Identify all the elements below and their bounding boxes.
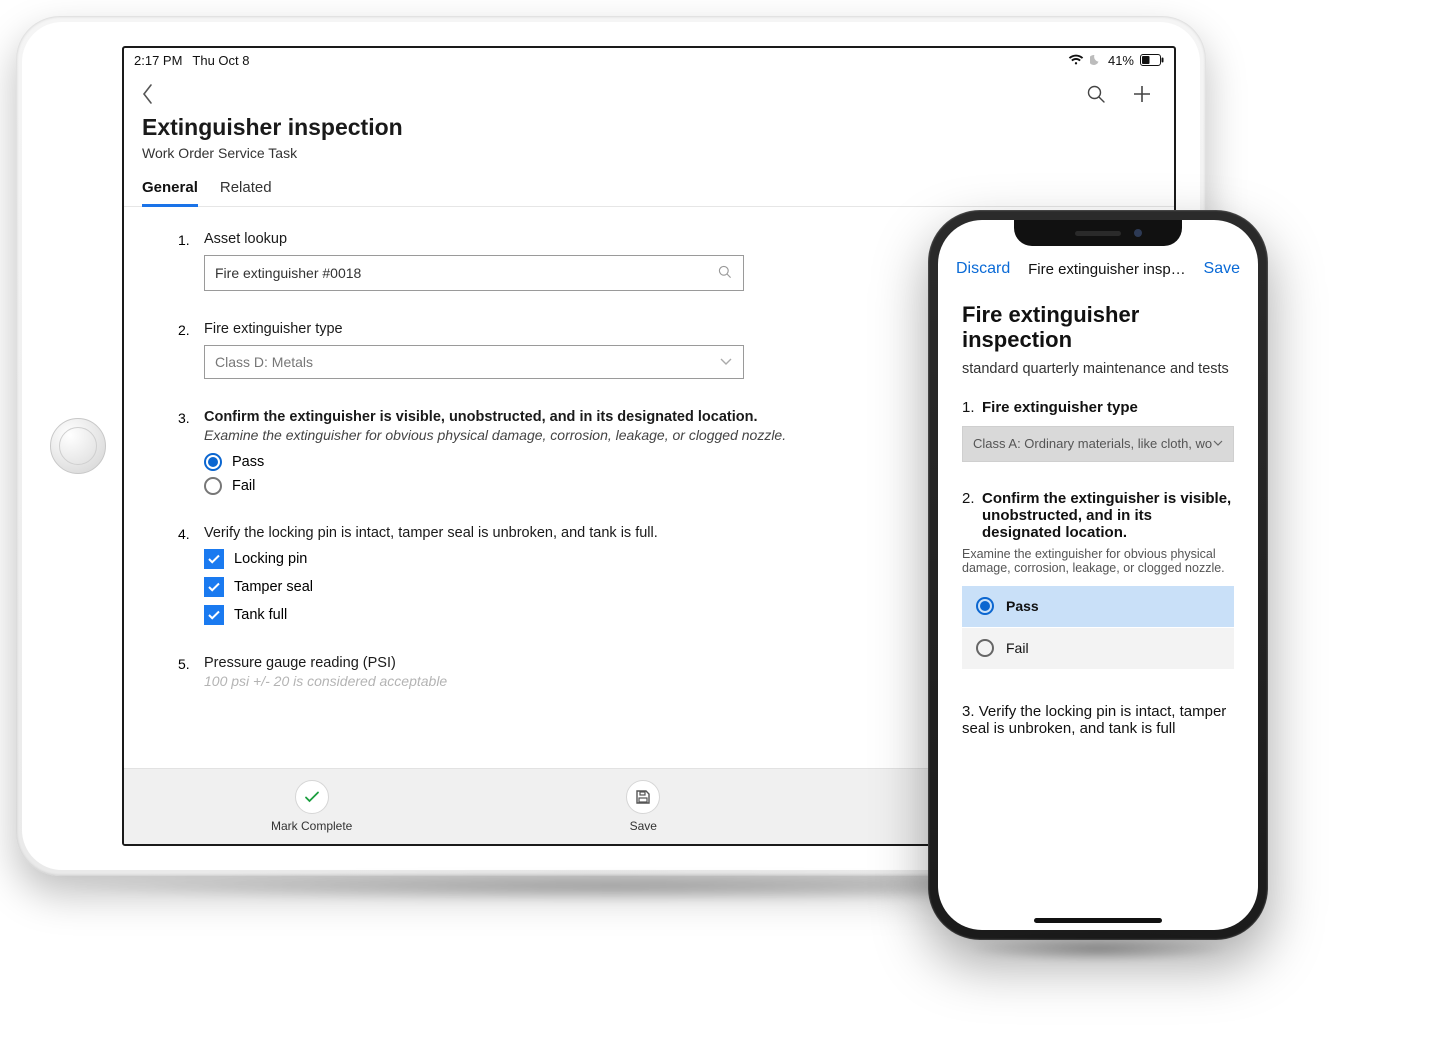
question-label: Fire extinguisher type: [978, 399, 1234, 416]
phone-radio-fail[interactable]: Fail: [962, 627, 1234, 669]
question-number: 1.: [962, 399, 978, 416]
radio-icon: [976, 597, 994, 615]
question-label: Fire extinguisher type: [204, 321, 954, 337]
back-button[interactable]: [130, 76, 166, 112]
radio-label: Pass: [232, 454, 264, 470]
wifi-icon: [1068, 54, 1084, 66]
radio-icon: [204, 453, 222, 471]
checkbox-tank-full[interactable]: Tank full: [204, 605, 954, 625]
status-time: 2:17 PM: [134, 53, 182, 68]
home-indicator[interactable]: [1034, 918, 1162, 923]
command-label: Save: [630, 819, 657, 833]
phone-type-select[interactable]: Class A: Ordinary materials, like cloth,…: [962, 426, 1234, 462]
page-title: Extinguisher inspection: [142, 114, 1156, 141]
radio-label: Fail: [1006, 640, 1029, 656]
command-label: Mark Complete: [271, 819, 352, 833]
checkbox-tamper-seal[interactable]: Tamper seal: [204, 577, 954, 597]
checkbox-label: Tamper seal: [234, 579, 313, 595]
moon-icon: [1090, 54, 1102, 66]
question-label: Confirm the extinguisher is visible, uno…: [204, 409, 954, 425]
select-value: Class A: Ordinary materials, like cloth,…: [973, 436, 1212, 451]
check-icon: [295, 780, 329, 814]
phone-question-type: 1. Fire extinguisher type Class A: Ordin…: [962, 399, 1234, 462]
question-label: Confirm the extinguisher is visible, uno…: [978, 490, 1234, 541]
phone-question-visibility: 2. Confirm the extinguisher is visible, …: [962, 490, 1234, 669]
chevron-down-icon: [1213, 436, 1223, 451]
phone-nav-title: Fire extinguisher insp…: [1028, 261, 1186, 278]
mark-complete-button[interactable]: Mark Complete: [271, 780, 352, 833]
add-button[interactable]: [1126, 78, 1158, 110]
save-button[interactable]: Save: [626, 780, 660, 833]
phone-page-title: Fire extinguisher inspection: [962, 302, 1234, 353]
checkbox-label: Tank full: [234, 607, 287, 623]
checkbox-locking-pin[interactable]: Locking pin: [204, 549, 954, 569]
question-number: 2.: [962, 490, 978, 541]
question-label: Pressure gauge reading (PSI): [204, 655, 954, 671]
status-battery-percent: 41%: [1108, 53, 1134, 68]
battery-icon: [1140, 54, 1164, 66]
question-pressure-gauge: Pressure gauge reading (PSI) 100 psi +/-…: [178, 655, 954, 689]
iphone-notch: [1014, 220, 1182, 246]
checkbox-icon: [204, 605, 224, 625]
save-button[interactable]: Save: [1204, 260, 1240, 278]
tab-related[interactable]: Related: [220, 179, 272, 206]
question-extinguisher-type: Fire extinguisher type Class D: Metals: [178, 321, 954, 379]
question-help: Examine the extinguisher for obvious phy…: [962, 547, 1234, 575]
checkbox-icon: [204, 549, 224, 569]
radio-fail[interactable]: Fail: [204, 477, 954, 495]
tab-general[interactable]: General: [142, 179, 198, 207]
radio-label: Pass: [1006, 598, 1039, 614]
phone-radio-pass[interactable]: Pass: [962, 585, 1234, 627]
phone-question-locking-pin: 3. Verify the locking pin is intact, tam…: [962, 703, 1234, 737]
status-date: Thu Oct 8: [192, 53, 249, 68]
radio-icon: [976, 639, 994, 657]
ipad-home-button[interactable]: [50, 418, 106, 474]
asset-lookup-value: Fire extinguisher #0018: [215, 265, 361, 281]
question-help: Examine the extinguisher for obvious phy…: [204, 427, 954, 443]
question-label: Verify the locking pin is intact, tamper…: [204, 525, 954, 541]
question-locking-pin: Verify the locking pin is intact, tamper…: [178, 525, 954, 625]
question-visibility-check: Confirm the extinguisher is visible, uno…: [178, 409, 954, 495]
radio-icon: [204, 477, 222, 495]
radio-label: Fail: [232, 478, 255, 494]
chevron-down-icon: [719, 354, 733, 371]
select-value: Class D: Metals: [215, 354, 313, 370]
page-subtitle: Work Order Service Task: [142, 145, 1156, 161]
save-icon: [626, 780, 660, 814]
radio-pass[interactable]: Pass: [204, 453, 954, 471]
asset-lookup-input[interactable]: Fire extinguisher #0018: [204, 255, 744, 291]
question-asset-lookup: Asset lookup Fire extinguisher #0018: [178, 231, 954, 291]
checkbox-icon: [204, 577, 224, 597]
checkbox-label: Locking pin: [234, 551, 307, 567]
extinguisher-type-select[interactable]: Class D: Metals: [204, 345, 744, 379]
tab-bar: General Related: [124, 169, 1174, 207]
question-number: 3.: [962, 703, 975, 720]
search-button[interactable]: [1080, 78, 1112, 110]
phone-nav-bar: Discard Fire extinguisher insp… Save: [938, 252, 1258, 286]
search-icon: [717, 264, 733, 283]
question-label: Verify the locking pin is intact, tamper…: [962, 703, 1226, 737]
phone-page-subtitle: standard quarterly maintenance and tests: [962, 361, 1234, 377]
iphone-device-frame: Discard Fire extinguisher insp… Save Fir…: [928, 210, 1268, 940]
question-help: 100 psi +/- 20 is considered acceptable: [204, 673, 954, 689]
discard-button[interactable]: Discard: [956, 260, 1010, 278]
question-label: Asset lookup: [204, 231, 954, 247]
ipad-status-bar: 2:17 PM Thu Oct 8 41%: [124, 48, 1174, 72]
